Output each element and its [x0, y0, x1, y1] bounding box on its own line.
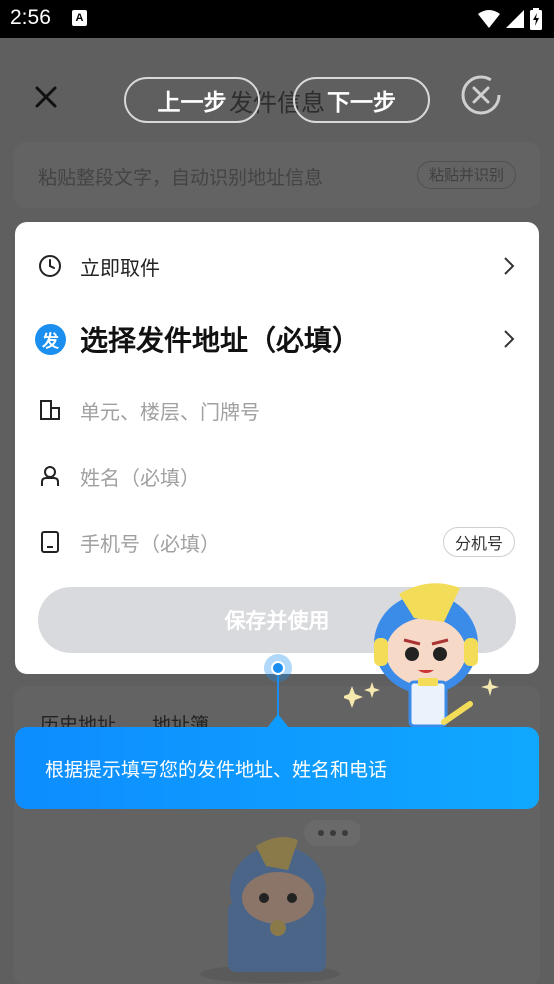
paste-hint: 粘贴整段文字，自动识别地址信息 — [38, 167, 324, 189]
tooltip-text: 根据提示填写您的发件地址、姓名和电话 — [45, 758, 388, 781]
next-step-button[interactable]: 下一步 — [293, 77, 430, 123]
paste-recognize-box[interactable]: 粘贴整段文字，自动识别地址信息 粘贴并识别 — [14, 142, 540, 208]
prev-step-button[interactable]: 上一步 — [124, 77, 260, 123]
chevron-right-icon — [504, 257, 515, 275]
status-bar: 2:56 A — [0, 0, 554, 38]
address-label: 选择发件地址（必填） — [80, 324, 361, 357]
accessibility-icon: A — [72, 10, 87, 26]
person-icon — [37, 463, 63, 489]
tooltip-arrow — [267, 714, 289, 728]
unit-field[interactable]: 单元、楼层、门牌号 — [80, 396, 260, 425]
skip-icon[interactable] — [460, 74, 502, 116]
guide-tooltip[interactable]: 根据提示填写您的发件地址、姓名和电话 — [15, 727, 539, 809]
status-icons — [478, 8, 542, 30]
empty-state-illustration — [200, 820, 360, 983]
pickup-label: 立即取件 — [80, 255, 160, 280]
phone-icon — [37, 529, 63, 555]
name-field[interactable]: 姓名（必填） — [80, 462, 200, 491]
paste-recognize-button[interactable]: 粘贴并识别 — [416, 161, 516, 189]
extension-button[interactable]: 分机号 — [443, 527, 515, 557]
building-icon — [37, 397, 63, 423]
phone-field[interactable]: 手机号（必填） — [80, 528, 220, 557]
wifi-icon — [478, 10, 500, 28]
phone-input-row[interactable]: 手机号（必填） 分机号 — [15, 522, 539, 562]
clock-icon — [37, 253, 63, 279]
battery-icon — [530, 8, 542, 30]
address-select-row[interactable]: 发 选择发件地址（必填） — [15, 316, 539, 362]
pickup-time-row[interactable]: 立即取件 — [15, 246, 539, 286]
sender-badge: 发 — [35, 323, 66, 355]
chevron-right-icon — [504, 330, 515, 348]
signal-icon — [506, 10, 524, 28]
tooltip-anchor-dot — [264, 654, 292, 682]
status-time: 2:56 — [10, 6, 51, 29]
mascot-illustration — [344, 583, 499, 728]
name-input-row[interactable]: 姓名（必填） — [15, 456, 539, 496]
unit-input-row[interactable]: 单元、楼层、门牌号 — [15, 390, 539, 430]
